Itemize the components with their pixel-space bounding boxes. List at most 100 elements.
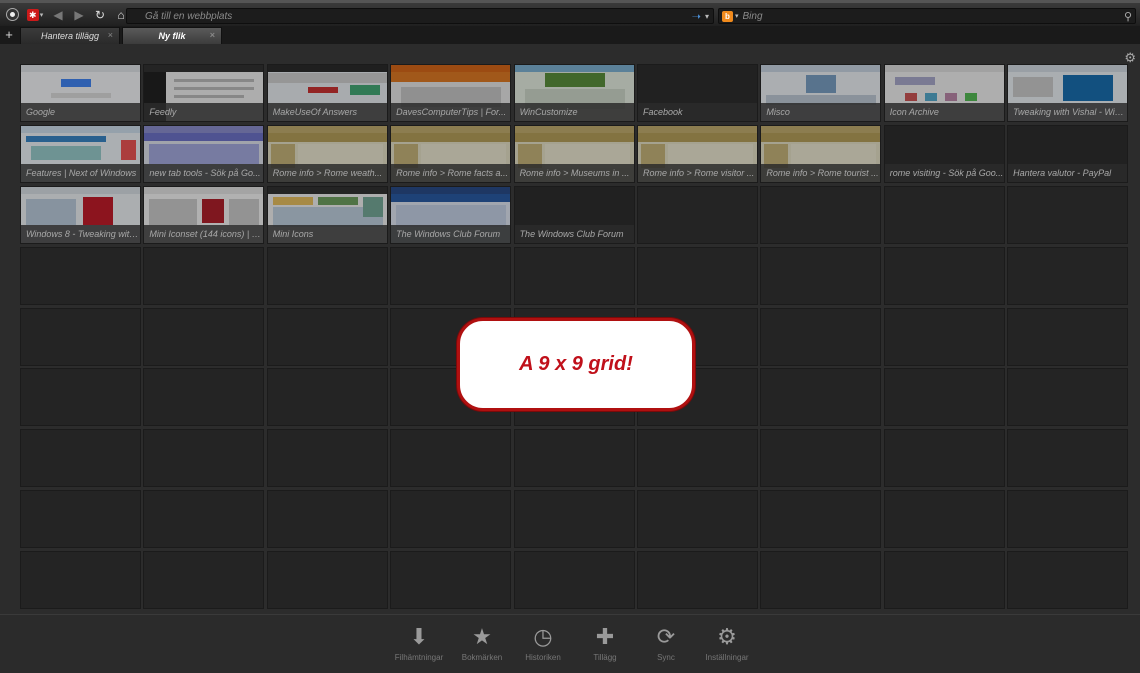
reload-button[interactable]: ↻ [91,6,109,24]
speed-dial-empty-slot[interactable] [20,368,141,427]
speed-dial-empty-slot[interactable] [390,551,512,610]
speed-dial-tile[interactable]: Misco [760,64,882,122]
speed-dial-tile[interactable]: Facebook [636,64,758,122]
speed-dial-empty-slot[interactable] [143,490,265,549]
new-tab-button[interactable]: + [0,26,18,44]
speed-dial-empty-slot[interactable] [760,246,882,305]
speed-dial-empty-slot[interactable] [266,429,388,488]
speed-dial-empty-slot[interactable] [266,246,388,305]
speed-dial-tile[interactable]: Rome info > Rome visitor ... [636,124,758,183]
speed-dial-tile[interactable]: MakeUseOf Answers [266,64,388,122]
speed-dial-empty-slot[interactable] [760,368,882,427]
speed-dial-empty-slot[interactable] [390,490,512,549]
speed-dial-empty-slot[interactable] [20,307,141,366]
sync-button[interactable]: ⟳ Sync [633,623,699,662]
back-button[interactable]: ◀ [49,6,67,24]
speed-dial-empty-slot[interactable] [1007,307,1129,366]
back-arrow-icon: ◀ [53,7,63,22]
speed-dial-empty-slot[interactable] [883,551,1005,610]
speed-dial-empty-slot[interactable] [883,490,1005,549]
speed-dial-tile[interactable]: Mini Iconset (144 icons) | F... [143,185,265,244]
speed-dial-tile[interactable]: DavesComputerTips | For... [390,64,512,122]
speed-dial-empty-slot[interactable] [20,429,141,488]
speed-dial-empty-slot[interactable] [636,185,758,244]
speed-dial-empty-slot[interactable] [143,307,265,366]
forward-button[interactable]: ▶ [70,6,88,24]
speed-dial-empty-slot[interactable] [143,429,265,488]
speed-dial-tile[interactable]: Mini Icons [266,185,388,244]
speed-dial-empty-slot[interactable] [143,246,265,305]
main-menu-button[interactable] [3,6,21,24]
speed-dial-empty-slot[interactable] [636,551,758,610]
tab-manage-addons[interactable]: Hantera tillägg × [20,27,120,44]
search-icon[interactable]: ⚲ [1124,10,1132,23]
speed-dial-empty-slot[interactable] [20,490,141,549]
bookmarks-button[interactable]: ★ Bokmärken [449,623,515,662]
speed-dial-empty-slot[interactable] [760,429,882,488]
speed-dial-empty-slot[interactable] [883,185,1005,244]
settings-button[interactable]: ⚙ Inställningar [694,623,760,662]
speed-dial-empty-slot[interactable] [1007,429,1129,488]
speed-dial-empty-slot[interactable] [266,307,388,366]
speed-dial-empty-slot[interactable] [266,368,388,427]
speed-dial-tile[interactable]: The Windows Club Forum [513,185,635,244]
speed-dial-tile[interactable]: WinCustomize [513,64,635,122]
speed-dial-tile[interactable]: Rome info > Rome facts a... [390,124,512,183]
speed-dial-tile[interactable]: Features | Next of Windows [20,124,141,183]
speed-dial-empty-slot[interactable] [883,368,1005,427]
speed-dial-empty-slot[interactable] [883,307,1005,366]
speed-dial-empty-slot[interactable] [883,429,1005,488]
search-input[interactable] [738,10,1124,22]
speed-dial-empty-slot[interactable] [143,368,265,427]
close-icon[interactable]: × [210,30,215,40]
speed-dial-empty-slot[interactable] [266,490,388,549]
close-icon[interactable]: × [108,30,113,40]
speed-dial-tile[interactable]: Rome info > Museums in ... [513,124,635,183]
speed-dial-tile[interactable]: Tweaking with Vishal - Win... [1007,64,1129,122]
url-input[interactable] [127,10,692,22]
speed-dial-empty-slot[interactable] [760,551,882,610]
speed-dial-tile[interactable]: Feedly [143,64,265,122]
speed-dial-empty-slot[interactable] [1007,185,1129,244]
speed-dial-tile[interactable]: Hantera valutor - PayPal [1007,124,1129,183]
downloads-button[interactable]: ⬇ Filhämtningar [386,623,452,662]
speed-dial-empty-slot[interactable] [1007,490,1129,549]
speed-dial-tile[interactable]: rome visiting - Sök på Goo... [883,124,1005,183]
speed-dial-tile[interactable]: Rome info > Rome tourist ... [760,124,882,183]
speed-dial-empty-slot[interactable] [20,246,141,305]
speed-dial-empty-slot[interactable] [883,246,1005,305]
speed-dial-empty-slot[interactable] [1007,551,1129,610]
speed-dial-empty-slot[interactable] [760,307,882,366]
speed-dial-empty-slot[interactable] [636,246,758,305]
speed-dial-empty-slot[interactable] [760,185,882,244]
speed-dial-empty-slot[interactable] [1007,246,1129,305]
bing-icon[interactable]: b [722,10,733,22]
sync-icon: ⟳ [656,624,676,649]
speed-dial-empty-slot[interactable] [266,551,388,610]
tab-new-tab[interactable]: Ny flik × [122,27,222,44]
speed-dial-tile[interactable]: new tab tools - Sök på Go... [143,124,265,183]
speed-dial-tile[interactable]: Rome info > Rome weath... [266,124,388,183]
url-dropdown-icon[interactable]: ▾ [705,12,709,21]
speed-dial-empty-slot[interactable] [1007,368,1129,427]
speed-dial-empty-slot[interactable] [636,429,758,488]
go-arrow-icon[interactable]: ➝ [692,10,701,23]
addon-menu-button[interactable]: ✱ ▾ [24,6,46,24]
speed-dial-empty-slot[interactable] [513,490,635,549]
addons-button[interactable]: ✚ Tillägg [572,623,638,662]
speed-dial-tile[interactable]: Windows 8 - Tweaking with... [20,185,141,244]
speed-dial-empty-slot[interactable] [143,551,265,610]
speed-dial-empty-slot[interactable] [513,551,635,610]
history-button[interactable]: ◷ Historiken [510,623,576,662]
speed-dial-empty-slot[interactable] [390,429,512,488]
speed-dial-empty-slot[interactable] [513,429,635,488]
speed-dial-empty-slot[interactable] [513,246,635,305]
speed-dial-empty-slot[interactable] [20,551,141,610]
speed-dial-tile[interactable]: Icon Archive [883,64,1005,122]
speed-dial-empty-slot[interactable] [760,490,882,549]
speed-dial-tile[interactable]: Google [20,64,141,122]
speed-dial-empty-slot[interactable] [636,490,758,549]
annotation-bubble: A 9 x 9 grid! [457,318,695,411]
speed-dial-empty-slot[interactable] [390,246,512,305]
speed-dial-tile[interactable]: The Windows Club Forum [390,185,512,244]
